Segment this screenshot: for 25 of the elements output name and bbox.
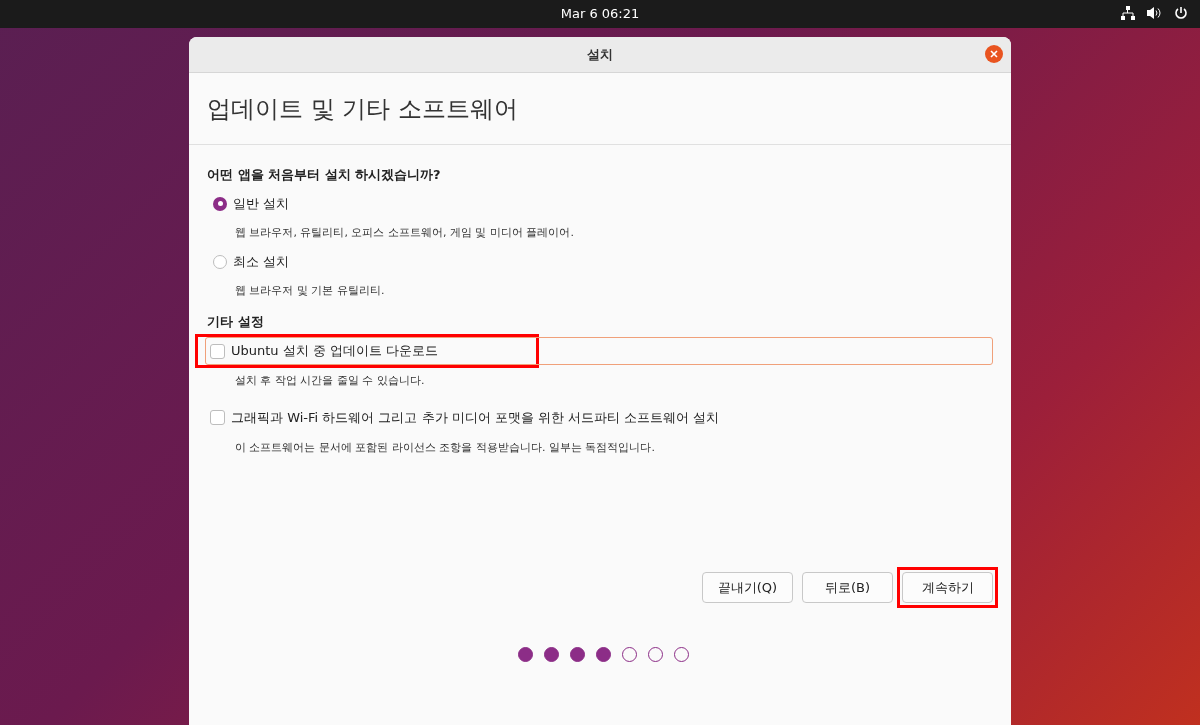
volume-icon[interactable]: [1147, 6, 1162, 20]
dialog-button[interactable]: 끝내기(Q): [702, 572, 793, 603]
radio-button[interactable]: [213, 196, 227, 211]
close-icon: [990, 50, 998, 58]
option-description: 웹 브라우저 및 기본 유틸리티.: [235, 283, 386, 299]
page-title: 업데이트 및 기타 소프트웨어: [207, 93, 518, 125]
checkbox-option[interactable]: Ubuntu 설치 중 업데이트 다운로드: [205, 337, 993, 365]
checkbox[interactable]: [210, 343, 225, 359]
option-description: 설치 후 작업 시간을 줄일 수 있습니다.: [235, 373, 426, 389]
checkbox[interactable]: [210, 410, 225, 425]
question-heading: 어떤 앱을 처음부터 설치 하시겠습니까?: [207, 166, 442, 184]
checkbox-option[interactable]: 그래픽과 Wi-Fi 하드웨어 그리고 추가 미디어 포맷을 위한 서드파티 소프트웨어 설치: [205, 403, 993, 432]
power-icon[interactable]: [1174, 6, 1188, 20]
window-title: 설치: [587, 45, 613, 64]
option-description: 웹 브라우저, 유틸리티, 오피스 소프트웨어, 게임 및 미디어 플레이어.: [235, 224, 575, 241]
dialog-button[interactable]: 계속하기: [902, 572, 993, 603]
clock[interactable]: Mar 6 06:21: [560, 4, 640, 24]
section-heading: 기타 설정: [207, 312, 265, 331]
option-description: 이 소프트웨어는 문서에 포함된 라이선스 조항을 적용받습니다. 일부는 독점적입니다.: [235, 439, 656, 456]
radio-option[interactable]: 일반 설치: [213, 192, 290, 215]
network-icon[interactable]: [1121, 6, 1135, 20]
radio-button[interactable]: [213, 255, 227, 269]
radio-option[interactable]: 최소 설치: [213, 251, 290, 273]
close-button[interactable]: [985, 45, 1003, 63]
dialog-button[interactable]: 뒤로(B): [802, 572, 893, 603]
